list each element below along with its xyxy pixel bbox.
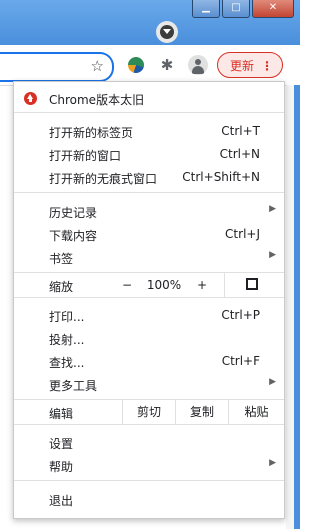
menu-item-new-tab[interactable]: 打开新的标签页 Ctrl+T — [14, 119, 284, 143]
fullscreen-icon[interactable] — [246, 278, 258, 290]
submenu-arrow-icon: ▶ — [269, 250, 276, 260]
new-tab-label: 打开新的标签页 — [49, 126, 134, 140]
cast-label: 投射... — [49, 333, 85, 347]
downloads-label: 下载内容 — [49, 229, 98, 243]
submenu-arrow-icon: ▶ — [269, 377, 276, 387]
menu-item-update-chrome[interactable]: Chrome版本太旧 — [14, 86, 284, 110]
help-label: 帮助 — [49, 460, 74, 474]
menu-item-bookmarks[interactable]: 书签 ▶ — [14, 245, 284, 269]
new-incognito-shortcut: Ctrl+Shift+N — [182, 170, 260, 184]
menu-edit-row: 编辑 剪切 复制 粘贴 — [14, 400, 284, 424]
minimize-button[interactable]: ▁ — [192, 0, 220, 18]
new-window-label: 打开新的窗口 — [49, 149, 122, 163]
window-title-bar: ▁ □ ✕ — [0, 0, 300, 45]
window-controls: ▁ □ ✕ — [192, 0, 294, 20]
browser-toolbar: ☆ ✱ 更新 ⋮ — [0, 45, 300, 86]
bookmark-star-icon[interactable]: ☆ — [91, 57, 104, 75]
menu-separator — [14, 192, 284, 193]
bookmarks-label: 书签 — [49, 252, 74, 266]
menu-item-settings[interactable]: 设置 — [14, 430, 284, 454]
menu-item-print[interactable]: 打印... Ctrl+P — [14, 303, 284, 327]
maximize-button[interactable]: □ — [222, 0, 250, 18]
window-right-edge — [286, 85, 300, 529]
copy-button[interactable]: 复制 — [176, 400, 228, 424]
new-window-shortcut: Ctrl+N — [219, 147, 260, 161]
update-notice-label: Chrome版本太旧 — [49, 93, 145, 107]
menu-zoom-row: 缩放 − 100% + — [14, 273, 284, 297]
update-button-label: 更新 — [230, 59, 255, 73]
menu-separator — [224, 273, 225, 297]
menu-item-new-incognito[interactable]: 打开新的无痕式窗口 Ctrl+Shift+N — [14, 165, 284, 189]
menu-item-help[interactable]: 帮助 ▶ — [14, 453, 284, 477]
download-indicator-icon[interactable] — [156, 21, 178, 43]
menu-item-more-tools[interactable]: 更多工具 ▶ — [14, 372, 284, 396]
menu-dots-icon: ⋮ — [261, 59, 273, 73]
menu-separator — [14, 424, 284, 425]
menu-item-new-window[interactable]: 打开新的窗口 Ctrl+N — [14, 142, 284, 166]
submenu-arrow-icon: ▶ — [269, 458, 276, 468]
menu-item-downloads[interactable]: 下载内容 Ctrl+J — [14, 222, 284, 246]
menu-separator — [14, 480, 284, 481]
menu-separator — [14, 112, 284, 113]
menu-item-exit[interactable]: 退出 — [14, 487, 284, 511]
find-shortcut: Ctrl+F — [221, 354, 260, 368]
print-label: 打印... — [49, 310, 85, 324]
update-arrow-icon — [24, 92, 37, 105]
chrome-main-menu: Chrome版本太旧 打开新的标签页 Ctrl+T 打开新的窗口 Ctrl+N … — [13, 81, 285, 519]
extensions-puzzle-icon[interactable]: ✱ — [158, 56, 176, 74]
extension-icon[interactable] — [127, 56, 145, 74]
cut-button[interactable]: 剪切 — [123, 400, 175, 424]
paste-button[interactable]: 粘贴 — [229, 400, 284, 424]
print-shortcut: Ctrl+P — [221, 308, 260, 322]
more-tools-label: 更多工具 — [49, 379, 98, 393]
zoom-label: 缩放 — [49, 280, 74, 294]
edit-label: 编辑 — [49, 407, 74, 421]
profile-avatar-icon[interactable] — [188, 55, 208, 75]
downloads-shortcut: Ctrl+J — [225, 227, 260, 241]
zoom-level-value: 100% — [146, 278, 182, 292]
find-label: 查找... — [49, 356, 85, 370]
menu-item-history[interactable]: 历史记录 ▶ — [14, 199, 284, 223]
menu-item-cast[interactable]: 投射... — [14, 326, 284, 350]
menu-item-find[interactable]: 查找... Ctrl+F — [14, 349, 284, 373]
history-label: 历史记录 — [49, 206, 98, 220]
new-incognito-label: 打开新的无痕式窗口 — [49, 172, 158, 186]
zoom-out-button[interactable]: − — [114, 273, 140, 297]
new-tab-shortcut: Ctrl+T — [221, 124, 260, 138]
settings-label: 设置 — [49, 437, 74, 451]
address-bar[interactable]: ☆ — [0, 52, 114, 82]
update-menu-button[interactable]: 更新 ⋮ — [217, 52, 283, 78]
menu-separator — [14, 297, 284, 298]
exit-label: 退出 — [49, 494, 74, 508]
zoom-in-button[interactable]: + — [189, 273, 215, 297]
submenu-arrow-icon: ▶ — [269, 204, 276, 214]
close-button[interactable]: ✕ — [252, 0, 294, 18]
